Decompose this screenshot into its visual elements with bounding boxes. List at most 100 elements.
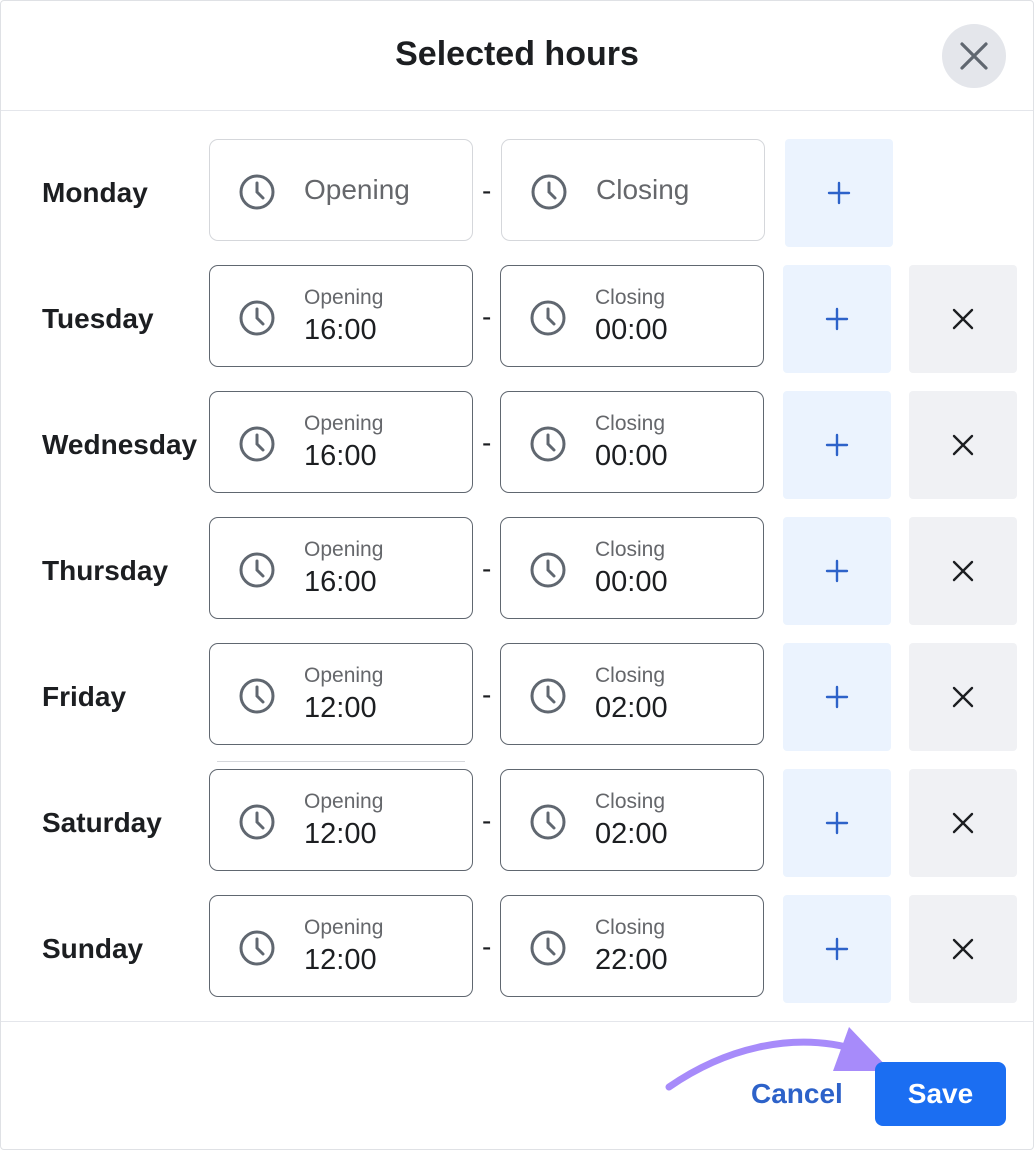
clock-icon bbox=[238, 551, 276, 589]
closing-value: 00:00 bbox=[595, 566, 668, 598]
time-separator: - bbox=[482, 301, 492, 332]
closing-value: 00:00 bbox=[595, 440, 668, 472]
day-row-friday: Friday Opening 12:00 - Closing 02:00 bbox=[1, 643, 1034, 753]
closing-time-field[interactable]: Closing bbox=[501, 139, 765, 241]
save-button[interactable]: Save bbox=[875, 1062, 1006, 1126]
opening-value: 12:00 bbox=[304, 818, 377, 850]
time-separator: - bbox=[482, 679, 492, 710]
plus-icon bbox=[827, 181, 851, 205]
add-hours-button[interactable] bbox=[783, 391, 891, 499]
remove-hours-button[interactable] bbox=[909, 895, 1017, 1003]
x-icon bbox=[951, 937, 975, 961]
opening-label: Opening bbox=[304, 412, 384, 435]
opening-value: 16:00 bbox=[304, 440, 377, 472]
clock-icon bbox=[238, 173, 276, 211]
remove-hours-button[interactable] bbox=[909, 265, 1017, 373]
closing-label: Closing bbox=[595, 790, 666, 813]
time-separator: - bbox=[482, 427, 492, 458]
closing-value: 22:00 bbox=[595, 944, 668, 976]
day-label: Monday bbox=[42, 177, 148, 208]
opening-label: Opening bbox=[304, 916, 384, 939]
add-hours-button[interactable] bbox=[785, 139, 893, 247]
x-icon bbox=[951, 685, 975, 709]
x-icon bbox=[951, 307, 975, 331]
closing-label: Closing bbox=[595, 664, 666, 687]
add-hours-button[interactable] bbox=[783, 769, 891, 877]
day-label: Saturday bbox=[42, 807, 162, 838]
opening-time-field[interactable]: Opening 12:00 bbox=[209, 895, 473, 997]
opening-value: 12:00 bbox=[304, 692, 377, 724]
add-hours-button[interactable] bbox=[783, 643, 891, 751]
opening-label: Opening bbox=[304, 790, 384, 813]
opening-value: 16:00 bbox=[304, 566, 377, 598]
close-button[interactable] bbox=[942, 24, 1006, 88]
opening-time-field[interactable]: Opening 12:00 bbox=[209, 769, 473, 871]
day-label: Wednesday bbox=[42, 429, 198, 460]
closing-time-field[interactable]: Closing 00:00 bbox=[500, 265, 764, 367]
day-row-thursday: Thursday Opening 16:00 - Closing 00:00 bbox=[1, 517, 1034, 627]
clock-icon bbox=[529, 677, 567, 715]
closing-placeholder: Closing bbox=[596, 174, 690, 205]
day-label: Friday bbox=[42, 681, 127, 712]
time-separator: - bbox=[482, 931, 492, 962]
close-icon bbox=[960, 42, 988, 70]
add-hours-button[interactable] bbox=[783, 895, 891, 1003]
remove-hours-button[interactable] bbox=[909, 769, 1017, 877]
opening-time-field[interactable]: Opening 12:00 bbox=[209, 643, 473, 745]
add-hours-button[interactable] bbox=[783, 517, 891, 625]
dialog-header: Selected hours bbox=[1, 1, 1033, 111]
opening-time-field[interactable]: Opening bbox=[209, 139, 473, 241]
x-icon bbox=[951, 433, 975, 457]
clock-icon bbox=[529, 803, 567, 841]
opening-time-field[interactable]: Opening 16:00 bbox=[209, 517, 473, 619]
plus-icon bbox=[825, 559, 849, 583]
clock-icon bbox=[238, 677, 276, 715]
remove-hours-button[interactable] bbox=[909, 517, 1017, 625]
clock-icon bbox=[238, 425, 276, 463]
clock-icon bbox=[529, 299, 567, 337]
opening-label: Opening bbox=[304, 286, 384, 309]
x-icon bbox=[951, 559, 975, 583]
day-label: Tuesday bbox=[42, 303, 154, 334]
plus-icon bbox=[825, 433, 849, 457]
opening-label: Opening bbox=[304, 664, 384, 687]
closing-value: 00:00 bbox=[595, 314, 668, 346]
closing-label: Closing bbox=[595, 412, 666, 435]
clock-icon bbox=[529, 929, 567, 967]
clock-icon bbox=[529, 551, 567, 589]
plus-icon bbox=[825, 937, 849, 961]
day-label: Thursday bbox=[42, 555, 169, 586]
day-row-saturday: Saturday Opening 12:00 - Closing 02:00 bbox=[1, 769, 1034, 879]
clock-icon bbox=[238, 299, 276, 337]
time-separator: - bbox=[482, 805, 492, 836]
time-separator: - bbox=[482, 175, 492, 206]
plus-icon bbox=[825, 307, 849, 331]
closing-time-field[interactable]: Closing 00:00 bbox=[500, 391, 764, 493]
day-row-monday: Monday Opening - Closing bbox=[1, 139, 1034, 249]
closing-time-field[interactable]: Closing 02:00 bbox=[500, 769, 764, 871]
closing-time-field[interactable]: Closing 02:00 bbox=[500, 643, 764, 745]
opening-value: 12:00 bbox=[304, 944, 377, 976]
closing-value: 02:00 bbox=[595, 692, 668, 724]
opening-time-field[interactable]: Opening 16:00 bbox=[209, 391, 473, 493]
opening-time-field[interactable]: Opening 16:00 bbox=[209, 265, 473, 367]
clock-icon bbox=[530, 173, 568, 211]
clock-icon bbox=[238, 929, 276, 967]
remove-hours-button[interactable] bbox=[909, 643, 1017, 751]
plus-icon bbox=[825, 685, 849, 709]
divider bbox=[217, 761, 465, 762]
remove-hours-button[interactable] bbox=[909, 391, 1017, 499]
closing-time-field[interactable]: Closing 00:00 bbox=[500, 517, 764, 619]
dialog-title: Selected hours bbox=[395, 35, 639, 73]
closing-label: Closing bbox=[595, 916, 666, 939]
closing-time-field[interactable]: Closing 22:00 bbox=[500, 895, 764, 997]
cancel-button[interactable]: Cancel bbox=[751, 1078, 843, 1110]
add-hours-button[interactable] bbox=[783, 265, 891, 373]
day-row-wednesday: Wednesday Opening 16:00 - Closing 00:00 bbox=[1, 391, 1034, 501]
plus-icon bbox=[825, 811, 849, 835]
day-row-tuesday: Tuesday Opening 16:00 - Closing 00:00 bbox=[1, 265, 1034, 375]
time-separator: - bbox=[482, 553, 492, 584]
closing-label: Closing bbox=[595, 286, 666, 309]
x-icon bbox=[951, 811, 975, 835]
day-row-sunday: Sunday Opening 12:00 - Closing 22:00 bbox=[1, 895, 1034, 1005]
